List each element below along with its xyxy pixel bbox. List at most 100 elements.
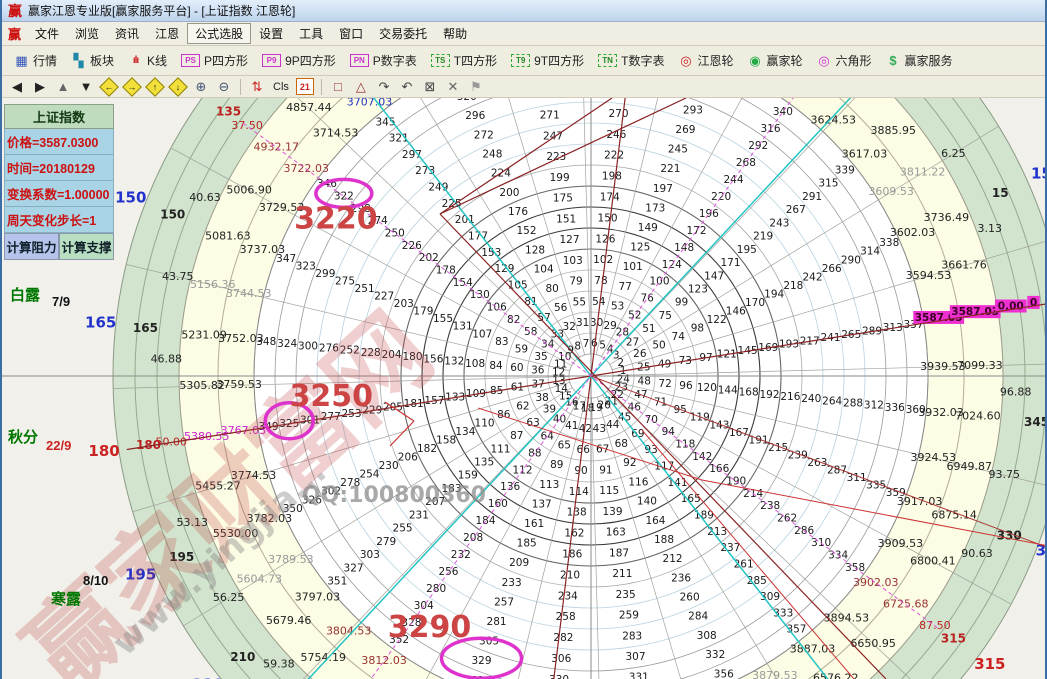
price-label-outer: 3960.68: [836, 98, 882, 100]
t-number-table-icon: TN: [598, 54, 617, 67]
pan-down-button[interactable]: ↓: [167, 77, 189, 96]
price-label-outer: 3736.49: [924, 211, 970, 224]
toolbar-kline-label: K线: [147, 52, 167, 69]
arc-ccw-tool-button[interactable]: ↶: [396, 77, 418, 96]
percent-label: 46.88: [151, 352, 183, 365]
menu-item-资讯[interactable]: 资讯: [107, 23, 147, 44]
toolbar-winner-service-button[interactable]: $赢家服务: [880, 50, 959, 71]
wheel-number: 152: [517, 225, 537, 237]
toolbar-winner-wheel-button[interactable]: ◉赢家轮: [741, 50, 808, 71]
price-label-inner: 3609.53: [868, 185, 914, 198]
wheel-number: 58: [524, 326, 537, 338]
calendar-button[interactable]: 21: [294, 77, 316, 96]
calc-resistance-button[interactable]: 计算阻力: [4, 233, 59, 260]
menu-item-工具[interactable]: 工具: [291, 23, 331, 44]
toolbar-t-square-button[interactable]: TST四方形: [425, 50, 503, 71]
solar-term-date: 22/9: [46, 438, 71, 453]
wheel-number: 76: [640, 293, 654, 305]
arc-cw-tool-button[interactable]: ↷: [373, 77, 395, 96]
wheel-number: 54: [592, 296, 606, 308]
calc-support-button[interactable]: 计算支撑: [59, 233, 114, 260]
wheel-number: 308: [697, 630, 717, 642]
menu-item-交易委托[interactable]: 交易委托: [371, 23, 435, 44]
menu-item-窗口[interactable]: 窗口: [331, 23, 371, 44]
wheel-number: 235: [616, 589, 636, 601]
toolbar-kline-button[interactable]: ılıK线: [122, 50, 173, 71]
wheel-number: 89: [550, 459, 563, 471]
panel-buttons: 计算阻力 计算支撑: [4, 233, 114, 260]
wheel-number: 324: [277, 338, 297, 350]
box-x-tool-button[interactable]: ⊠: [419, 77, 441, 96]
rotate-up-button[interactable]: ▲: [52, 77, 74, 96]
wheel-number: 175: [553, 193, 573, 205]
pan-right-button[interactable]: →: [121, 77, 143, 96]
zoom-out-button[interactable]: ⊖: [213, 77, 235, 96]
menu-item-文件[interactable]: 文件: [27, 23, 67, 44]
menu-item-江恩[interactable]: 江恩: [147, 23, 187, 44]
wheel-number: 275: [335, 276, 355, 288]
price-label-inner: 3812.03: [361, 654, 407, 667]
percent-label: 43.75: [162, 270, 194, 283]
wheel-number: 249: [428, 182, 448, 194]
triangle-tool-button[interactable]: △: [350, 77, 372, 96]
wheel-number: 273: [415, 165, 435, 177]
outside-degree-label: 165: [85, 313, 116, 331]
menu-item-设置[interactable]: 设置: [251, 23, 291, 44]
degree-label: 315: [941, 631, 966, 645]
solar-term-label: 白露: [10, 284, 40, 305]
price-label-outer: 3811.22: [900, 166, 946, 179]
price-label-inner: 3707.03: [347, 98, 393, 108]
wheel-number: 218: [783, 280, 803, 292]
toolbar-t-number-table-button[interactable]: TNT数字表: [592, 50, 670, 71]
cls-button[interactable]: Cls: [269, 77, 293, 96]
gann-wheel-canvas[interactable]: 1234567891011121314151617181920212223242…: [2, 98, 1047, 679]
degree-label: 135: [216, 105, 241, 119]
menu-item-浏览[interactable]: 浏览: [67, 23, 107, 44]
sort-updown-button[interactable]: ⇅: [246, 77, 268, 96]
toolbar-sectors-button[interactable]: ▚板块: [65, 50, 120, 71]
toolbar-hexagon-button[interactable]: ◎六角形: [811, 50, 878, 71]
percent-label: 59.38: [263, 657, 295, 670]
zoom-in-button[interactable]: ⊕: [190, 77, 212, 96]
rotate-down-button[interactable]: ▼: [75, 77, 97, 96]
degree-label: 345: [1024, 415, 1047, 429]
wheel-number: 198: [602, 171, 622, 183]
wheel-number: 356: [714, 668, 734, 679]
price-label-outer: 6875.14: [931, 508, 977, 521]
wheel-number: 115: [599, 485, 619, 497]
degree-label: 210: [230, 650, 255, 664]
pan-left-button[interactable]: ←: [98, 77, 120, 96]
rect-tool-button[interactable]: □: [327, 77, 349, 96]
wheel-number: 174: [600, 191, 620, 203]
wheel-number: 178: [436, 264, 456, 276]
wheel-number: 155: [433, 313, 453, 325]
menu-item-帮助[interactable]: 帮助: [435, 23, 475, 44]
wheel-number: 90: [574, 465, 587, 477]
toolbar-gann-wheel-button[interactable]: ◎江恩轮: [672, 50, 739, 71]
wheel-number: 87: [510, 430, 523, 442]
pan-up-button[interactable]: ↑: [144, 77, 166, 96]
wheel-number: 172: [686, 225, 706, 237]
price-label-outer: 6800.41: [910, 555, 956, 568]
wheel-number: 92: [623, 457, 636, 469]
toolbar-quotes-button[interactable]: ▦行情: [8, 50, 63, 71]
toolbar-p-square-button[interactable]: PSP四方形: [175, 50, 254, 71]
t-square-icon: TS: [431, 54, 450, 67]
flag-tool-button[interactable]: ⚑: [465, 77, 487, 96]
toolbar-p-number-table-button[interactable]: PNP数字表: [344, 50, 423, 71]
wheel-number: 271: [540, 110, 560, 122]
cross-tool-button[interactable]: ✕: [442, 77, 464, 96]
wheel-number: 187: [609, 547, 629, 559]
wheel-number: 134: [455, 426, 475, 438]
wheel-number: 120: [697, 382, 717, 394]
toolbar-9p-square-button[interactable]: P99P四方形: [256, 50, 342, 71]
back-button[interactable]: ◀: [6, 77, 28, 96]
wheel-number: 264: [822, 395, 842, 407]
wheel-number: 53: [611, 300, 624, 312]
price-label-outer: 6650.95: [850, 637, 896, 650]
wheel-number: 78: [594, 275, 607, 287]
menu-item-公式选股[interactable]: 公式选股: [187, 23, 251, 44]
wheel-number: 351: [327, 575, 347, 587]
forward-button[interactable]: ▶: [29, 77, 51, 96]
toolbar-9t-square-button[interactable]: T99T四方形: [505, 50, 590, 71]
